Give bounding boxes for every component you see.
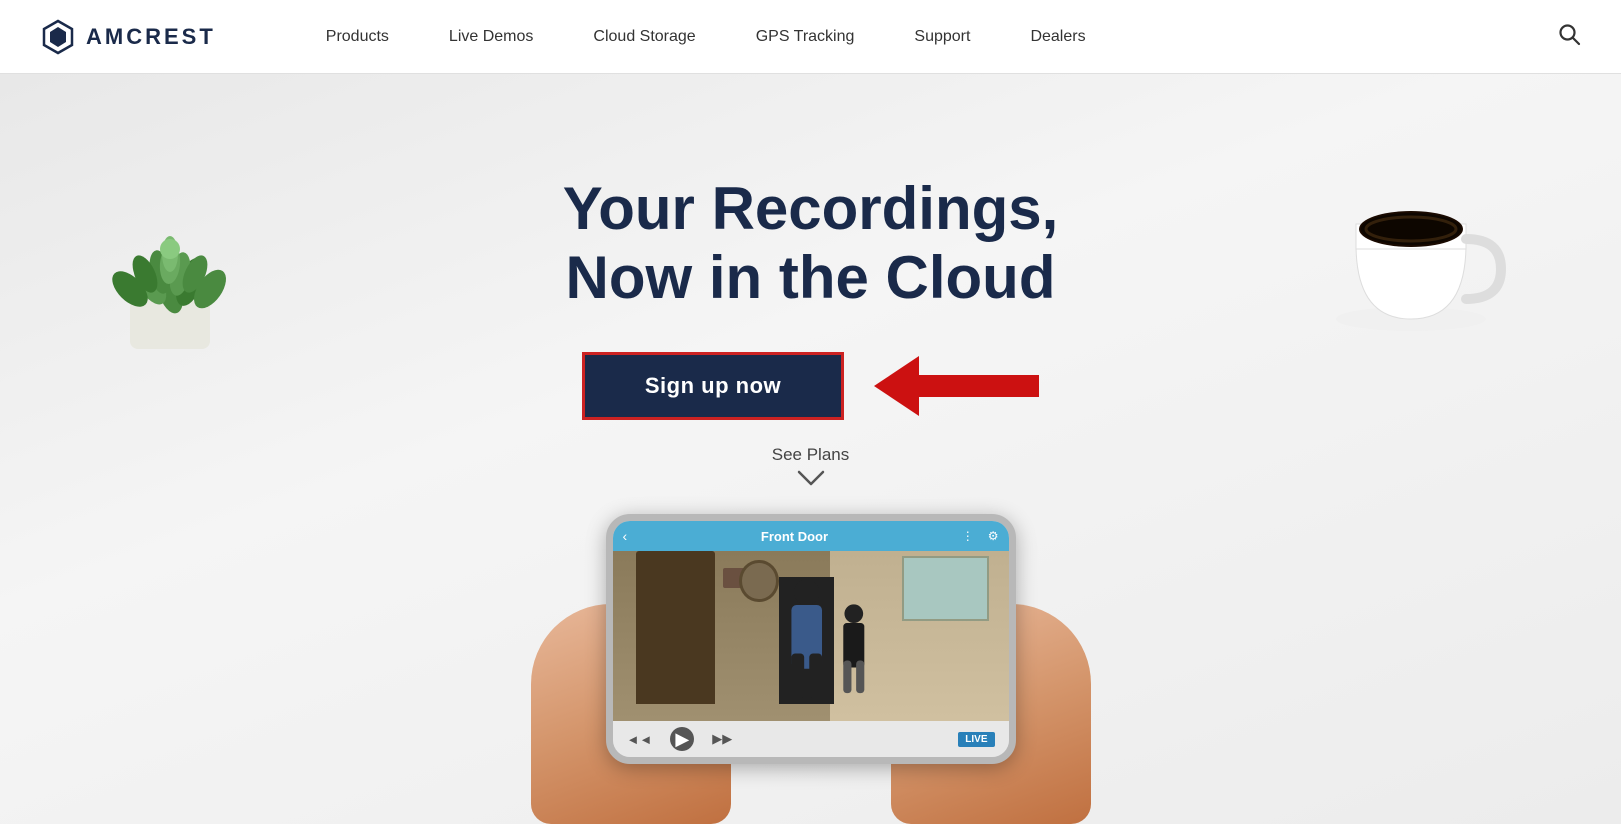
brand-logo[interactable]: AMCREST [40,19,216,55]
forward-btn[interactable]: ▶▶ [712,731,732,747]
window-light [902,556,989,621]
nav-dealers[interactable]: Dealers [1000,0,1115,74]
plant-decoration [60,134,280,354]
nav-products[interactable]: Products [296,0,419,74]
hero-cta-row: Sign up now [582,352,1039,420]
phone-back-btn: ‹ [623,528,628,544]
brand-name: AMCREST [86,24,216,50]
nav-gps-tracking[interactable]: GPS Tracking [726,0,885,74]
navbar: AMCREST Products Live Demos Cloud Storag… [0,0,1621,74]
hero-title: Your Recordings, Now in the Cloud [563,174,1059,312]
phone-camera-title: Front Door [635,529,954,544]
nav-cloud-storage[interactable]: Cloud Storage [563,0,725,74]
phone-settings-icon: ⚙ [988,529,999,543]
nav-live-demos[interactable]: Live Demos [419,0,563,74]
hero-title-line2: Now in the Cloud [566,244,1056,311]
phone-video-feed [613,551,1009,721]
hero-content: Your Recordings, Now in the Cloud Sign u… [563,174,1059,494]
red-arrow [874,356,1039,416]
hero-title-line1: Your Recordings, [563,175,1059,242]
nav-links: Products Live Demos Cloud Storage GPS Tr… [296,0,1557,74]
logo-icon [40,19,76,55]
see-plans-link[interactable]: See Plans [772,445,850,465]
coffee-decoration [1301,124,1521,344]
phone-menu-icon: ⋮ [962,529,974,543]
search-icon[interactable] [1557,22,1581,52]
rewind-btn[interactable]: ◄◄ [627,732,653,747]
scroll-down-chevron[interactable] [797,470,825,494]
phone-controls: ◄◄ ▶ ▶▶ LIVE [613,721,1009,757]
person2-silhouette [834,602,874,696]
arrow-head [874,356,919,416]
phone-header: ‹ Front Door ⋮ ⚙ [613,521,1009,551]
person1-silhouette [779,577,834,705]
signup-button[interactable]: Sign up now [582,352,844,420]
room-door [636,551,715,704]
play-btn[interactable]: ▶ [670,727,694,751]
nav-support[interactable]: Support [884,0,1000,74]
hero-section: Your Recordings, Now in the Cloud Sign u… [0,74,1621,824]
room-mirror [739,560,779,603]
arrow-body [919,375,1039,397]
live-badge: LIVE [958,732,994,747]
phone-mockup-area: ‹ Front Door ⋮ ⚙ [0,504,1621,824]
phone-device: ‹ Front Door ⋮ ⚙ [606,514,1016,764]
